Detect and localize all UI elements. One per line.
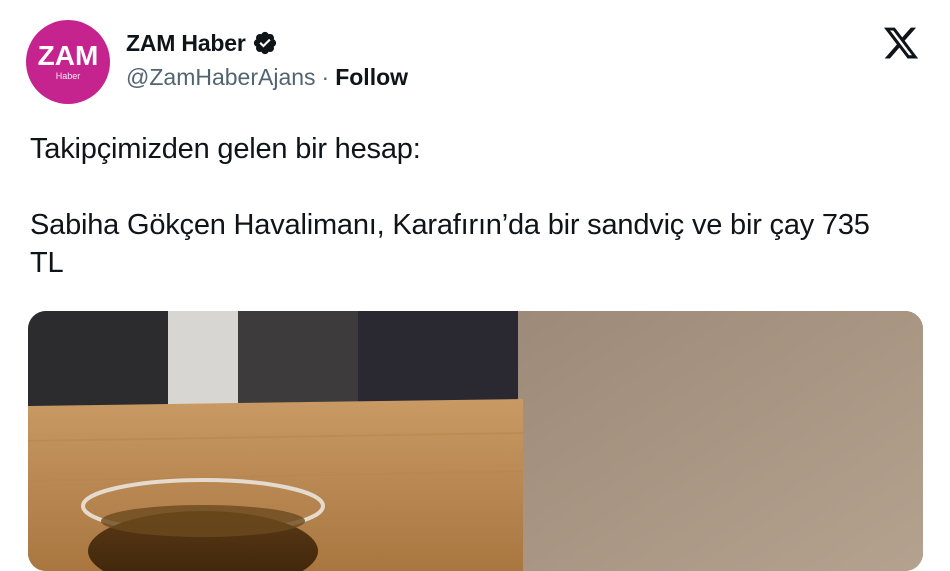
tweet-text: Takipçimizden gelen bir hesap: Sabiha Gö… [30,130,910,282]
x-logo-icon[interactable] [881,24,921,62]
tweet-line-2: Sabiha Gökçen Havalimanı, Karafırın’da b… [30,209,870,279]
separator: · [321,64,330,90]
tweet-header: ZAM Haber @ZamHaberAjans · Follow [126,28,408,91]
follow-button[interactable]: Follow [335,64,408,91]
verified-badge-icon [252,30,278,56]
avatar-brand: ZAM [37,40,99,71]
display-name[interactable]: ZAM Haber [126,30,246,57]
name-row: ZAM Haber [126,28,408,58]
tweet-line-1: Takipçimizden gelen bir hesap: [30,133,421,165]
handle-row: @ZamHaberAjans · Follow [126,64,408,91]
avatar[interactable]: ZAM Haber [26,20,110,104]
avatar-sub: Haber [55,71,81,81]
handle[interactable]: @ZamHaberAjans [126,64,316,91]
tweet-media-photo[interactable] [28,311,923,571]
